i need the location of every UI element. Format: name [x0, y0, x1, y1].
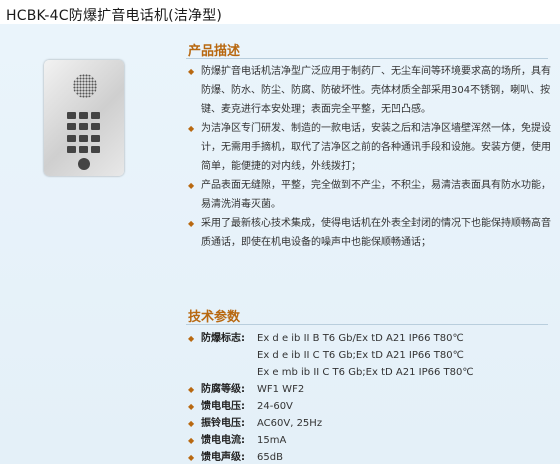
- spec-value: 15mA: [257, 435, 287, 446]
- spec-label: 馈电电压:: [201, 401, 245, 412]
- specs-list: 防爆标志: Ex d e ib II B T6 Gb/Ex tD A21 IP66…: [188, 330, 552, 464]
- spec-value: WF1 WF2: [257, 384, 305, 395]
- description-item: 采用了最新核心技术集成，使得电话机在外表全封闭的情况下也能保持顺畅高音质通话，即…: [188, 214, 552, 252]
- description-divider: [186, 58, 548, 59]
- description-list: 防爆扩音电话机洁净型广泛应用于制药厂、无尘车间等环境要求高的场所，具有防爆、防水…: [188, 62, 552, 252]
- spec-row-explosion: 防爆标志: Ex d e ib II B T6 Gb/Ex tD A21 IP66…: [188, 330, 552, 347]
- spec-value: Ex e mb ib II C T6 Gb;Ex tD A21 IP66 T80…: [257, 367, 474, 378]
- description-item: 产品表面无缝隙，平整，完全做到不产尘，不积尘，易清洁表面具有防水功能，易清洗消毒…: [188, 176, 552, 214]
- spec-row: 振铃电压: AC60V, 25Hz: [188, 415, 552, 432]
- spec-row: 防腐等级: WF1 WF2: [188, 381, 552, 398]
- call-button-icon: [78, 158, 90, 170]
- spec-value: 65dB: [257, 452, 283, 463]
- description-item: 为洁净区专门研发、制造的一款电话，安装之后和洁净区墙壁浑然一体，免提设计，无需用…: [188, 119, 552, 176]
- spec-value: Ex d e ib II B T6 Gb/Ex tD A21 IP66 T80℃: [257, 333, 464, 344]
- spec-label: 馈电声级:: [201, 452, 245, 463]
- spec-label: 振铃电压:: [201, 418, 245, 429]
- spec-label: 馈电电流:: [201, 435, 245, 446]
- spec-value: Ex d e ib II C T6 Gb;Ex tD A21 IP66 T80℃: [257, 350, 464, 361]
- description-heading: 产品描述: [188, 44, 241, 59]
- phone-product-image: [44, 60, 124, 176]
- spec-row: 馈电电流: 15mA: [188, 432, 552, 449]
- description-item: 防爆扩音电话机洁净型广泛应用于制药厂、无尘车间等环境要求高的场所，具有防爆、防水…: [188, 62, 552, 119]
- specs-divider: [186, 324, 548, 325]
- spec-label: 防腐等级:: [201, 384, 245, 395]
- keypad-icon: [67, 112, 101, 154]
- speaker-grille-icon: [73, 74, 97, 98]
- spec-value: 24-60V: [257, 401, 293, 412]
- spec-value: AC60V, 25Hz: [257, 418, 323, 429]
- page-title: HCBK-4C防爆扩音电话机(洁净型): [6, 8, 223, 24]
- spec-label: 防爆标志:: [201, 333, 245, 344]
- spec-row: 馈电电压: 24-60V: [188, 398, 552, 415]
- spec-row: 馈电声级: 65dB: [188, 449, 552, 464]
- specs-heading: 技术参数: [188, 310, 241, 325]
